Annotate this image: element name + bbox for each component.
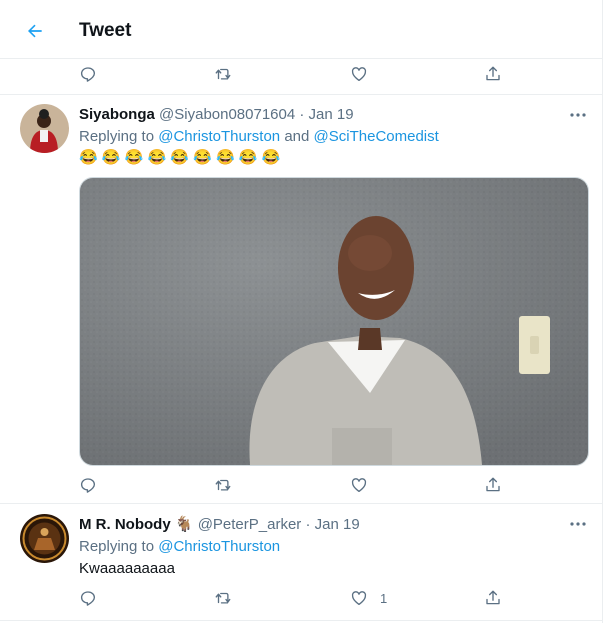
page-header: Tweet [0, 0, 602, 59]
page-title: Tweet [79, 20, 132, 41]
mention-link[interactable]: @SciTheComedist [314, 128, 439, 145]
tweet-date[interactable]: Jan 19 [309, 106, 354, 123]
tweet-date[interactable]: Jan 19 [315, 516, 360, 533]
tweet-actions [0, 470, 602, 500]
arrow-left-icon [28, 24, 42, 38]
tweet-photo[interactable] [79, 177, 589, 466]
reply-icon [80, 478, 96, 493]
retweet-button[interactable] [214, 470, 232, 500]
retweet-icon [215, 592, 231, 604]
avatar-image [20, 104, 69, 153]
tweet-actions: 1 [0, 583, 602, 613]
avatar[interactable] [20, 104, 69, 153]
more-options-button[interactable] [566, 514, 590, 534]
share-icon [486, 477, 500, 492]
replying-conjunction: and [284, 128, 310, 145]
share-button[interactable] [484, 470, 502, 500]
retweet-button[interactable] [214, 583, 232, 613]
heart-icon [351, 591, 367, 606]
tweet-actions-top [0, 59, 602, 89]
retweet-button[interactable] [214, 59, 232, 89]
heart-icon [351, 478, 367, 493]
share-button[interactable] [484, 583, 502, 613]
reply-button[interactable] [79, 59, 97, 89]
tweet-header: M R. Nobody 🐐 @PeterP_arker · Jan 19 [79, 515, 360, 535]
replying-to: Replying to @ChristoThurston and @SciThe… [79, 127, 439, 147]
tweet-text: 😂 😂 😂 😂 😂 😂 😂 😂 😂 [79, 149, 281, 166]
like-button[interactable]: 1 [350, 583, 387, 613]
reply-icon [80, 591, 96, 606]
tweet-text: Kwaaaaaaaaa [79, 560, 175, 577]
retweet-icon [215, 479, 231, 491]
separator-dot: · [305, 516, 311, 533]
avatar-image [20, 514, 69, 563]
user-handle[interactable]: @Siyabon08071604 [159, 106, 295, 123]
user-handle[interactable]: @PeterP_arker [198, 516, 302, 533]
separator-dot: · [299, 106, 305, 123]
share-icon [486, 66, 500, 81]
reply-icon [80, 67, 96, 82]
share-button[interactable] [484, 59, 502, 89]
share-icon [486, 590, 500, 605]
divider [0, 94, 602, 95]
display-name[interactable]: Siyabonga [79, 106, 155, 123]
back-button[interactable] [20, 16, 50, 46]
goat-emoji-badge: 🐐 [174, 516, 194, 533]
heart-icon [351, 67, 367, 82]
replying-to-label: Replying to [79, 128, 155, 145]
avatar[interactable] [20, 514, 69, 563]
like-button[interactable] [350, 59, 368, 89]
reply-button[interactable] [79, 583, 97, 613]
retweet-icon [215, 68, 231, 80]
replying-to-label: Replying to [79, 538, 155, 555]
reply-button[interactable] [79, 470, 97, 500]
more-dots-icon [570, 113, 586, 117]
mention-link[interactable]: @ChristoThurston [158, 128, 280, 145]
divider [0, 503, 602, 504]
like-count: 1 [380, 590, 388, 606]
timeline-column: Tweet Siyabonga @Siyabon08071604 · Jan 1… [0, 0, 603, 623]
more-dots-icon [570, 522, 586, 526]
display-name[interactable]: M R. Nobody [79, 516, 171, 533]
like-button[interactable] [350, 470, 368, 500]
tweet-header: Siyabonga @Siyabon08071604 · Jan 19 [79, 105, 354, 125]
photo-image [80, 178, 588, 465]
replying-to: Replying to @ChristoThurston [79, 537, 280, 557]
mention-link[interactable]: @ChristoThurston [158, 538, 280, 555]
divider [0, 620, 602, 621]
more-options-button[interactable] [566, 105, 590, 125]
